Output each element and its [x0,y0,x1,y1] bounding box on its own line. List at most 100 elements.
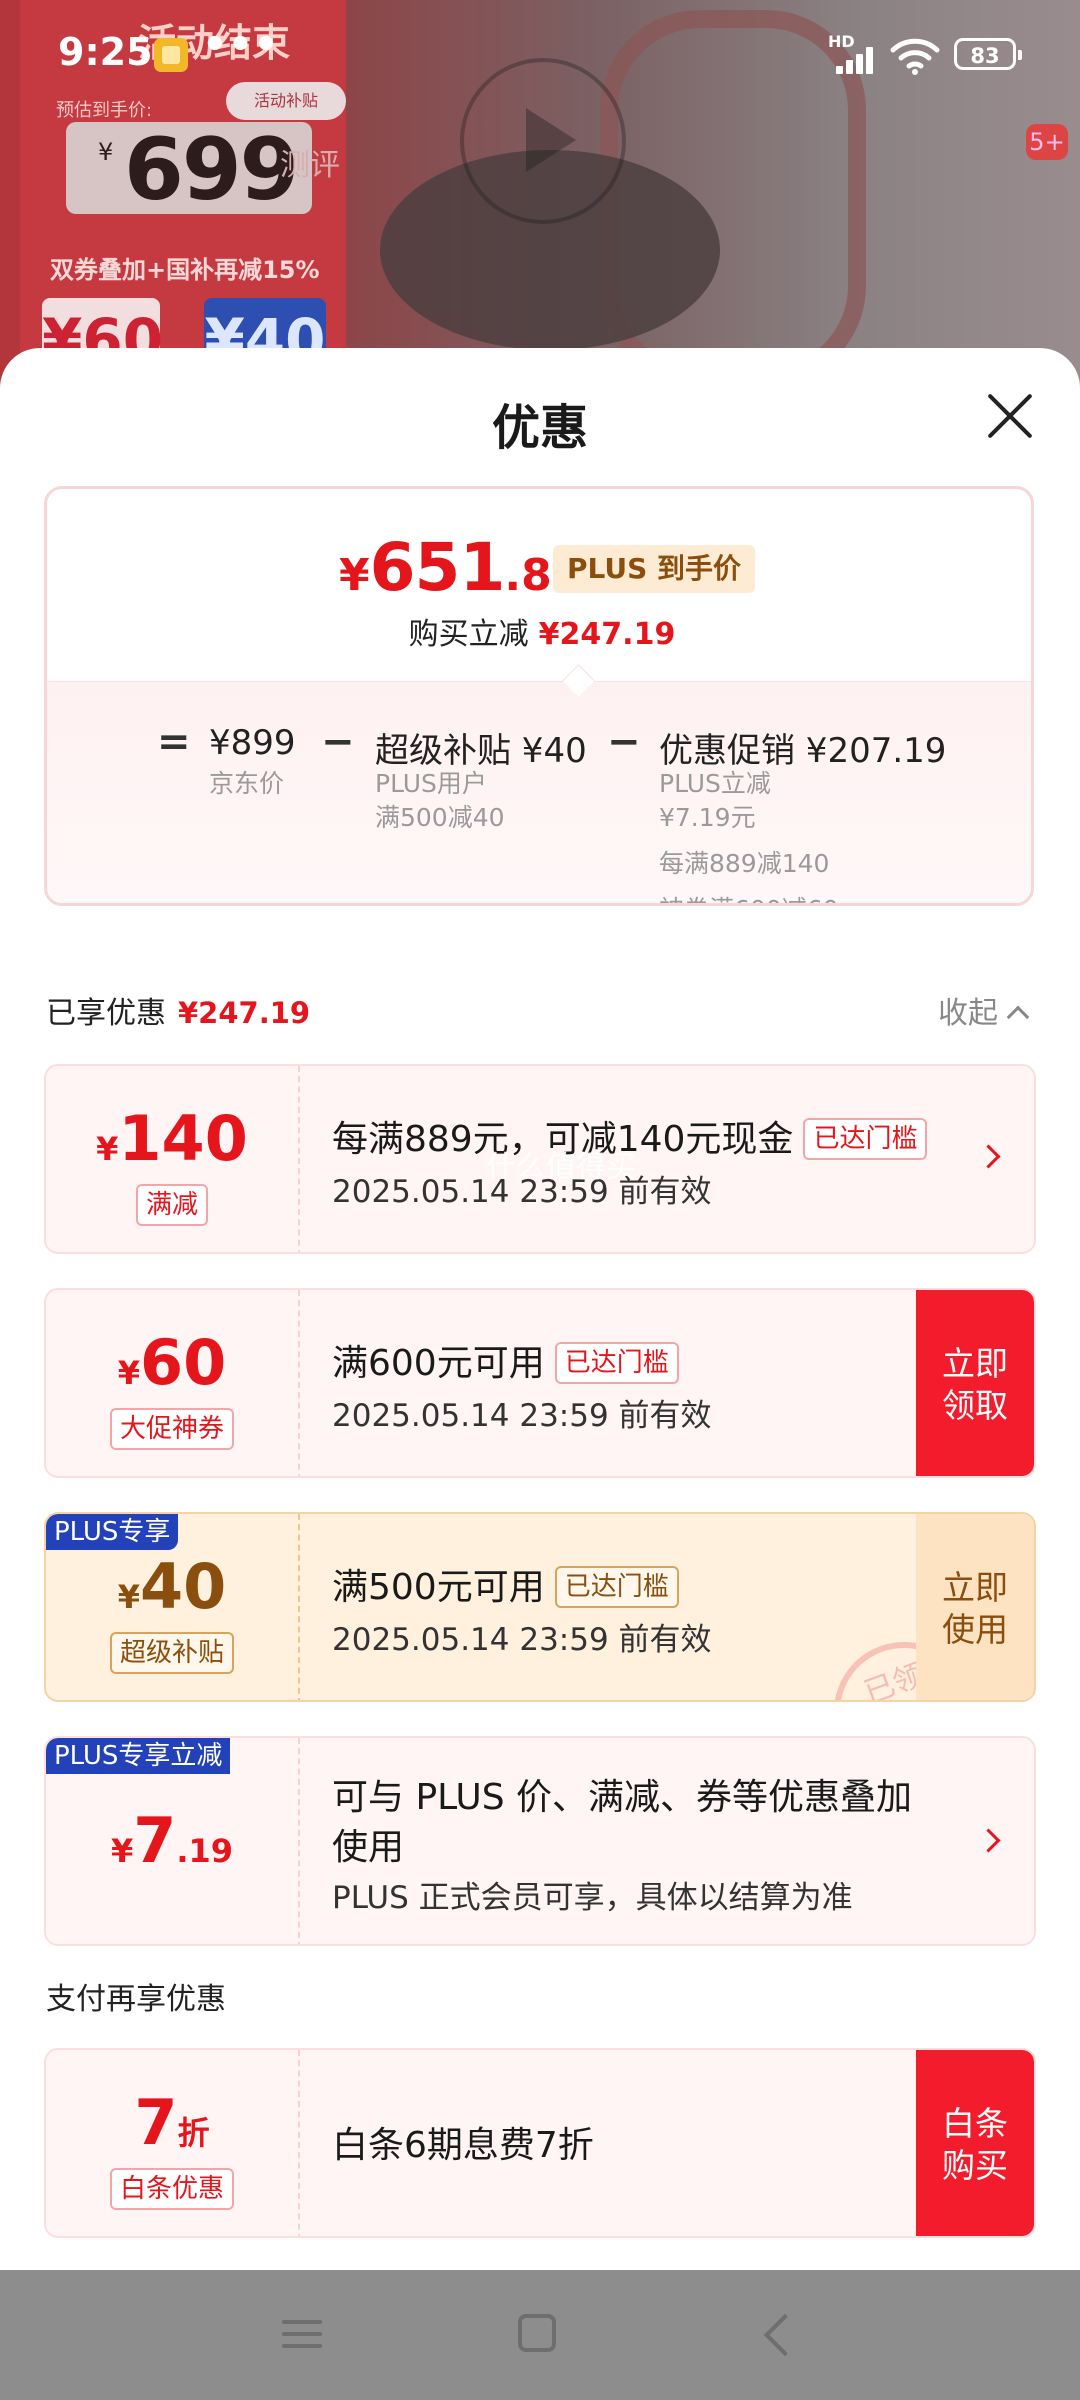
coupon-title-text: 满600元可用 [332,1343,545,1384]
baitiao-unit: 折 [177,2114,210,2152]
pay-section-header: 支付再享优惠 [46,1982,226,2017]
watermark-text: 什么值得买 [486,1150,636,1185]
instant-save-line: 购买立减 ¥247.19 [47,609,1031,653]
coupon-card-shenquan: ¥60 大促神券 满600元可用 已达门槛 2025.05.14 23:59 前有… [44,1288,1036,1478]
coupon-yen: ¥ [96,1130,119,1168]
estimate-yen: ¥ [98,138,114,166]
discount-sheet: 优惠 ¥651.81 PLUS 到手价 购买立减 ¥247.19 = ¥899 京… [0,348,1080,2270]
coupon-card-baitiao: 7折 白条优惠 白条6期息费7折 白条购买 [44,2048,1036,2238]
instant-save-label: 购买立减 [408,617,529,652]
equals-sign: = [157,719,191,765]
promo-line-2: ¥7.19元 [659,803,756,832]
coupon-kind: 满减 [46,1184,298,1226]
use-now-button[interactable]: 立即使用 [916,1514,1034,1700]
baitiao-kind-label: 白条优惠 [109,2168,234,2210]
coupon-amount: ¥40 [46,1550,298,1623]
final-price: ¥651.81 [339,529,582,606]
baitiao-value: 7 [134,2086,178,2159]
baitiao-discount: 7折 [46,2086,298,2159]
jd-price-label: 京东价 [209,769,285,798]
chevron-right-icon[interactable] [976,1828,1001,1853]
promo-line-3: 每满889减140 [659,849,830,878]
coupon-card-full-reduction[interactable]: ¥140 满减 每满889元，可减140元现金 已达门槛 2025.05.14 2… [44,1064,1036,1254]
baitiao-title: 白条6期息费7折 [332,2125,594,2166]
minus-sign-2: − [607,719,641,765]
collapse-button[interactable]: 收起 [938,988,1030,1032]
coupon-divider [298,2050,300,2236]
coupon-kind-label: 满减 [135,1184,208,1226]
cart-count-badge: 5+ [1026,124,1068,160]
coupon-value: 140 [118,1102,248,1175]
coupon-kind: 大促神券 [46,1408,298,1450]
chevron-up-icon [1006,1005,1030,1029]
coupon-card-plus-subsidy: PLUS专享 ¥40 超级补贴 满500元可用 已达门槛 2025.05.14 2… [44,1512,1036,1702]
coupon-value: 7 [133,1804,177,1877]
price-breakdown [47,681,1031,903]
promo-line-4: 神券满600减60 [659,887,839,903]
coupon-title-line-2: 使用 [332,1827,405,1868]
price-summary-card: ¥651.81 PLUS 到手价 购买立减 ¥247.19 = ¥899 京东价 … [44,486,1034,906]
close-icon[interactable] [986,392,1034,440]
enjoyed-discount-header: 已享优惠 ¥247.19 [46,988,310,1032]
estimate-price: 699 [124,120,300,220]
coupon-validity: 2025.05.14 23:59 前有效 [332,1622,712,1658]
jd-price: ¥899 [209,723,296,763]
coupon-amount: ¥60 [46,1326,298,1399]
minus-sign-1: − [321,719,355,765]
coupon-card-plus-instant[interactable]: PLUS专享立减 ¥7.19 可与 PLUS 价、满减、券等优惠叠加 使用 PL… [44,1736,1036,1946]
subsidy-line-2: 满500减40 [375,803,505,832]
bg-tab-review: 测评 [280,148,340,183]
system-nav-bar [0,2270,1080,2400]
coupon-amount: ¥140 [46,1102,298,1175]
coupon-yen: ¥ [117,1578,140,1616]
enjoyed-amount: ¥247.19 [178,996,311,1030]
coupon-note: PLUS 正式会员可享，具体以结算为准 [332,1880,853,1916]
collapse-label: 收起 [938,996,998,1031]
battery-level: 83 [970,44,1000,68]
battery-icon: 83 [954,38,1022,70]
coupon-title-line-1: 可与 PLUS 价、满减、券等优惠叠加 [332,1777,913,1818]
plus-instant-badge: PLUS专享立减 [46,1738,231,1774]
coupon-divider [298,1066,300,1252]
stack-text: 双券叠加+国补再减15% [50,256,320,284]
chevron-right-icon[interactable] [976,1144,1001,1169]
threshold-met-tag: 已达门槛 [803,1118,928,1160]
coupon-validity: 2025.05.14 23:59 前有效 [332,1398,712,1434]
coupon-kind-label: 大促神券 [109,1408,234,1450]
enjoyed-label: 已享优惠 [46,996,166,1031]
claim-now-button[interactable]: 立即领取 [916,1290,1034,1476]
coupon-title: 满600元可用 已达门槛 [332,1334,679,1388]
status-bar: 9:25 ••• HD 83 [0,0,1080,110]
plus-exclusive-badge: PLUS专享 [46,1514,179,1550]
instant-save-amount: ¥247.19 [538,617,676,652]
coupon-title: 满500元可用 已达门槛 [332,1558,679,1612]
back-icon[interactable] [763,2313,807,2357]
coupon-amount: ¥7.19 [46,1804,298,1877]
coupon-kind: 白条优惠 [46,2168,298,2210]
coupon-value-decimal: .19 [176,1832,234,1870]
coupon-value: 40 [139,1550,227,1623]
more-notifications-icon: ••• [202,22,279,68]
coupon-title-text: 满500元可用 [332,1567,545,1608]
coupon-divider [298,1290,300,1476]
coupon-divider [298,1738,300,1944]
coupon-yen: ¥ [117,1354,140,1392]
coupon-yen: ¥ [110,1832,134,1870]
baitiao-buy-button[interactable]: 白条购买 [916,2050,1034,2236]
wifi-icon [890,38,940,75]
threshold-met-tag: 已达门槛 [554,1566,679,1608]
coupon-divider [298,1514,300,1700]
coupon-kind: 超级补贴 [46,1632,298,1674]
coupon-kind-label: 超级补贴 [109,1632,234,1674]
estimate-price-box: ¥ 699 [66,120,312,220]
menu-icon[interactable] [282,2316,322,2352]
notes-app-icon [154,38,188,72]
final-price-int: 651 [369,529,506,606]
sheet-title: 优惠 [491,400,588,456]
home-icon[interactable] [518,2314,556,2352]
plus-price-tag: PLUS 到手价 [553,545,756,593]
signal-icon [836,46,880,74]
final-price-yen: ¥ [339,550,370,601]
status-time: 9:25 [58,30,153,74]
threshold-met-tag: 已达门槛 [554,1342,679,1384]
